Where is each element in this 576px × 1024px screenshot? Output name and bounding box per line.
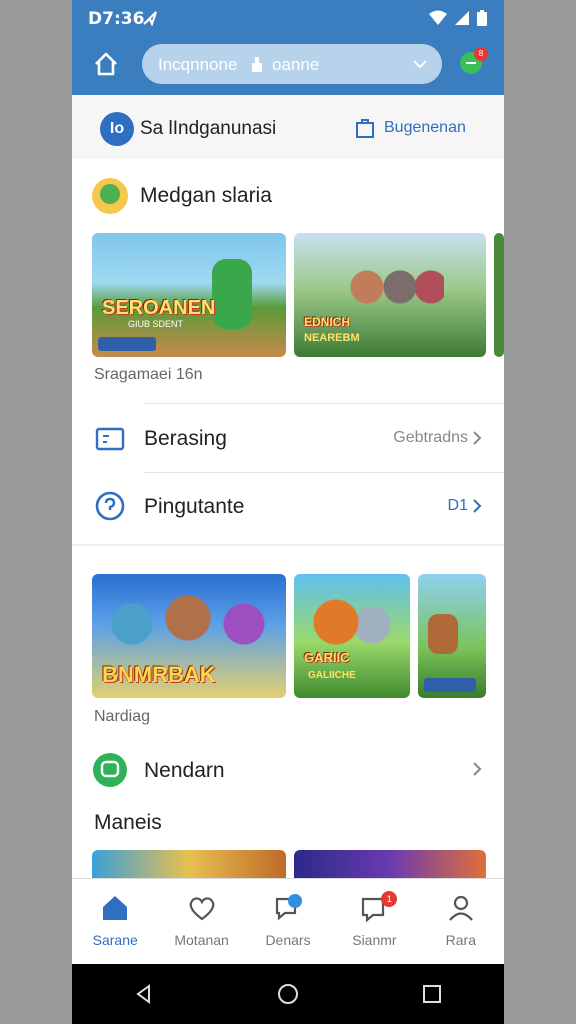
list-item-meta-text: Gebtradns: [393, 429, 468, 446]
chevron-right-icon: [473, 762, 482, 776]
status-time: D7:36: [88, 9, 145, 29]
card-chip: [98, 337, 156, 351]
list-item[interactable]: Pingutante D1: [72, 472, 504, 540]
card-art: [428, 614, 458, 654]
signal-icon: [455, 11, 469, 25]
card-title-art: SEROANEN: [102, 297, 216, 319]
nav-label: Denars: [265, 932, 311, 948]
header-link-label: Bugenenan: [384, 119, 466, 136]
list-item-meta: [472, 761, 482, 777]
card-icon: [95, 427, 125, 451]
help-circle-icon: [95, 491, 125, 521]
list-item[interactable]: Nendarn: [72, 736, 504, 804]
chat-badge: 8: [474, 47, 488, 61]
system-navigation-bar: [72, 964, 504, 1024]
card-subtitle-art: NEAREBM: [304, 332, 360, 344]
card-title-art: GARIIC: [304, 650, 350, 665]
nav-label: Rara: [445, 932, 476, 948]
phone-screen: D7:36 Incqnnone oanne 8 Io Sa lIndganuna…: [72, 0, 504, 1024]
brand-logo: Io: [100, 112, 134, 146]
user-icon: [448, 895, 473, 921]
section-header: Medgan slaria: [92, 178, 272, 214]
card-art: [212, 259, 252, 329]
wifi-icon: [429, 10, 447, 25]
system-icons: [428, 9, 488, 27]
section-divider: [72, 544, 504, 546]
search-query: oanne: [272, 55, 320, 74]
card-subtitle-art: GIUB SDENT: [128, 319, 184, 329]
list-item-label: Pingutante: [144, 495, 245, 518]
nav-item-alerts[interactable]: 1 Sianmr: [331, 879, 417, 964]
chevron-down-icon[interactable]: [410, 54, 430, 74]
card-art: [312, 592, 392, 652]
brand-header: Io Sa lIndganunasi Bugenenan: [72, 95, 504, 159]
search-bar[interactable]: Incqnnone oanne: [142, 44, 442, 84]
game-card[interactable]: [418, 574, 486, 698]
avatar: [92, 178, 128, 214]
list-item[interactable]: Berasing Gebtradns: [72, 404, 504, 472]
card-art: [334, 251, 444, 341]
chevron-right-icon: [473, 499, 482, 513]
location-arrow-icon: [143, 11, 157, 26]
card-chip: [424, 678, 476, 692]
home-icon: [103, 896, 128, 920]
list-item-label: Berasing: [144, 427, 227, 450]
nav-badge: 1: [381, 891, 398, 907]
game-card[interactable]: GARIIC GALIICHE: [294, 574, 410, 698]
app-top-bar: D7:36 Incqnnone oanne 8: [72, 0, 504, 95]
back-icon[interactable]: [133, 983, 155, 1005]
card-art: [108, 594, 268, 654]
header-link[interactable]: Bugenenan: [354, 117, 466, 139]
card-title-art: EDNICH: [304, 315, 351, 329]
chat-bubble-icon: [93, 753, 127, 787]
nav-label: Motanan: [174, 932, 229, 948]
section-caption: Nardiag: [94, 708, 151, 725]
list-item-meta: Gebtradns: [393, 429, 482, 447]
bottom-navigation: Sarane Motanan Denars 1 Sianmr Rara: [72, 878, 504, 964]
section-caption: Sragamaei 16n: [94, 366, 203, 383]
bag-icon: [356, 119, 374, 138]
chevron-right-icon: [473, 431, 482, 445]
section-title: Maneis: [94, 811, 162, 834]
card-title-art: BNMRBAK: [102, 662, 216, 687]
lock-icon: [252, 57, 262, 72]
home-icon[interactable]: [92, 50, 120, 78]
list-item-label: Nendarn: [144, 759, 225, 782]
card-subtitle-art: GALIICHE: [308, 670, 356, 681]
nav-label: Sianmr: [352, 932, 397, 948]
nav-item-favorites[interactable]: Motanan: [158, 879, 244, 964]
status-bar: D7:36: [72, 0, 504, 36]
brand-name: Sa lIndganunasi: [140, 118, 277, 139]
game-card[interactable]: BNMRBAK: [92, 574, 286, 698]
nav-item-messages[interactable]: Denars: [245, 879, 331, 964]
heart-icon: [189, 897, 214, 921]
recents-icon[interactable]: [421, 983, 443, 1005]
section-title: Medgan slaria: [140, 184, 272, 207]
battery-icon: [477, 10, 487, 26]
nav-label: Sarane: [92, 932, 138, 948]
list-item-meta-text: D1: [447, 497, 468, 514]
list-item-meta: D1: [448, 497, 482, 515]
chat-icon: [275, 894, 303, 921]
home-circle-icon[interactable]: [276, 982, 300, 1006]
game-card-partial[interactable]: [494, 233, 504, 357]
search-placeholder: Incqnnone: [158, 55, 238, 74]
game-card[interactable]: EDNICH NEAREBM: [294, 233, 486, 357]
game-card[interactable]: SEROANEN GIUB SDENT: [92, 233, 286, 357]
nav-item-home[interactable]: Sarane: [72, 879, 158, 964]
nav-item-profile[interactable]: Rara: [418, 879, 504, 964]
